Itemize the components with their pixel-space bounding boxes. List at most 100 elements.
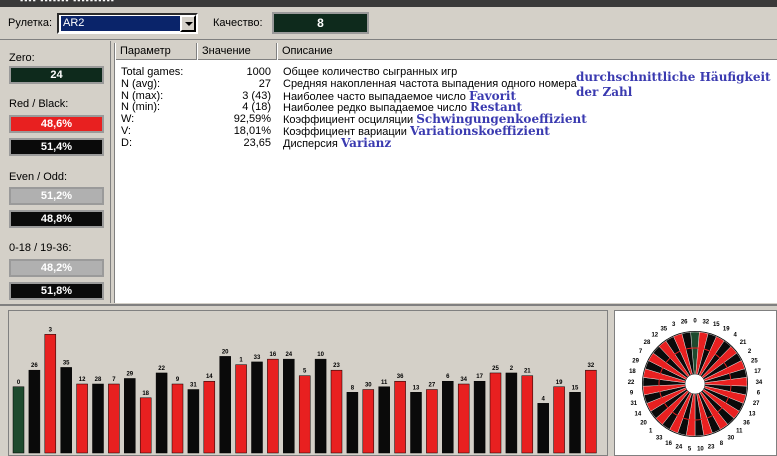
wheel-number: 16 (665, 441, 672, 447)
chart-bar (155, 372, 168, 454)
wheel-number: 21 (740, 340, 747, 346)
table-row[interactable]: V: 18,01% Коэффициент вариации Variationsk… (115, 125, 777, 138)
row-param: N (max): (121, 89, 164, 102)
wheel-number: 30 (727, 436, 734, 442)
chart-bar (553, 386, 565, 454)
table-header: Параметр Значение Описание (115, 43, 777, 60)
wheel-number: 2 (748, 349, 752, 355)
row-value: 3 (43) (242, 89, 271, 102)
wheel-number: 12 (651, 333, 658, 339)
chart-bar (362, 389, 375, 454)
title-bar: ▪▪▪▪ ▪▪▪▪▪▪▪ ▪▪▪▪▪▪▪▪▪▪ (0, 0, 777, 7)
row-value: 27 (258, 77, 271, 90)
wheel-number: 8 (720, 441, 724, 447)
roulette-select[interactable]: AR2 (57, 13, 198, 34)
row-value: 4 (18) (242, 101, 271, 114)
chart-bar-label: 27 (429, 383, 436, 389)
chart-bar-label: 13 (413, 385, 420, 391)
wheel-hub (684, 373, 706, 395)
row-description-cell: Общее количество сыгранных игр (283, 66, 457, 78)
wheel-number: 0 (693, 319, 697, 325)
wheel-number: 24 (676, 444, 683, 450)
wheel-number: 34 (756, 380, 763, 386)
chart-bar (569, 392, 581, 454)
column-header-value[interactable]: Значение (197, 43, 277, 60)
chart-bar (267, 358, 279, 454)
toolbar: Рулетка: AR2 Качество: 8 (0, 7, 777, 40)
frequency-chart: 02633512 28 729182293114201 33 16 24510238 30 1… (12, 327, 597, 454)
chart-bar-label: 9 (176, 377, 180, 383)
chart-bar-label: 21 (524, 369, 531, 375)
even-value: 51,2% (9, 187, 104, 205)
chart-bar (521, 375, 534, 454)
chart-bar-label: 28 (95, 377, 102, 383)
column-header-param[interactable]: Параметр (115, 43, 197, 60)
table-row[interactable]: D: 23,65 Дисперсия Varianz (115, 136, 777, 150)
chart-bar-label: 33 (254, 355, 261, 361)
chart-bar (426, 389, 438, 454)
chart-bar (442, 380, 454, 454)
bottom-area: 0 26 3 35 12 28 7 29 18 22 9 31 14 20 1 33 16 24 5 10 23 8 30 1… (0, 304, 777, 456)
chart-bar (60, 367, 72, 454)
high-value: 51,8% (9, 282, 104, 300)
wheel-number: 22 (628, 380, 635, 386)
chart-bar (203, 380, 216, 454)
wheel-number: 27 (753, 401, 760, 407)
wheel-number: 14 (635, 411, 642, 417)
row-description: Общее количество сыгранных игр (283, 66, 458, 78)
chart-bar-label: 35 (63, 360, 70, 366)
chart-bar (235, 364, 247, 454)
wheel-number: 4 (734, 333, 738, 339)
chart-bar (171, 383, 184, 454)
chart-bar-label: 32 (588, 363, 595, 369)
chart-bar (283, 358, 295, 454)
wheel-number: 18 (629, 369, 636, 375)
chart-bar (28, 369, 41, 454)
odd-value: 48,8% (9, 210, 104, 228)
chart-bar (489, 372, 502, 454)
wheel-number: 35 (660, 327, 667, 333)
quality-label: Качество: (213, 17, 263, 29)
wheel-number: 20 (640, 421, 647, 427)
chart-bar-label: 23 (333, 363, 340, 369)
chart-bar-label: 18 (142, 391, 149, 397)
chart-bar (537, 403, 549, 454)
chart-bar-label: 7 (112, 377, 116, 383)
chevron-down-icon[interactable] (180, 15, 196, 32)
chart-bar-label: 2 (510, 366, 514, 372)
red-value: 48,6% (9, 115, 104, 133)
row-value: 23,65 (243, 136, 271, 149)
chart-bar-label: 19 (556, 380, 563, 386)
chart-bar (330, 369, 343, 454)
chart-bar (314, 358, 327, 454)
chart-bar (410, 392, 422, 454)
wheel-number: 25 (751, 359, 758, 365)
chart-bar (298, 375, 311, 454)
wheel-number: 28 (644, 340, 651, 346)
chart-bar (457, 383, 470, 454)
wheel-number: 5 (688, 446, 692, 452)
chart-bar (585, 369, 597, 454)
row-param: Total games: (121, 66, 184, 78)
wheel-number: 32 (702, 319, 709, 325)
frequency-chart-panel: 0 26 3 35 12 28 7 29 18 22 9 31 14 20 1 33 16 24 5 10 23 8 30 1… (8, 310, 608, 456)
chart-bar (108, 383, 120, 454)
row-param: N (avg): (121, 77, 161, 90)
chart-bar-label: 30 (365, 383, 372, 389)
avg-note-line1: durchschnittliche Häufigkeit (576, 70, 771, 84)
chart-bar (473, 380, 486, 454)
chart-bar-label: 16 (270, 352, 277, 358)
even-odd-label: Even / Odd: (9, 171, 68, 183)
chart-bar-label: 29 (126, 371, 133, 377)
wheel-number: 33 (656, 436, 663, 442)
roulette-label: Рулетка: (8, 17, 53, 29)
chart-bar-label: 20 (222, 349, 229, 355)
roulette-wheel: 0 32 1519421225173462713361130823105241633… (628, 319, 763, 453)
chart-bar-label: 0 (17, 380, 21, 386)
row-param: D: (121, 136, 132, 149)
quality-value: 8 (272, 12, 369, 34)
row-value: 18,01% (233, 125, 271, 137)
column-header-description[interactable]: Описание (277, 43, 777, 60)
chart-bar-label: 24 (285, 352, 292, 358)
wheel-panel: 0 32 15 19 4 21 2 25 17 34 6 27 13 36 11 30 8 23 10 5 24 16 33… (614, 310, 777, 456)
